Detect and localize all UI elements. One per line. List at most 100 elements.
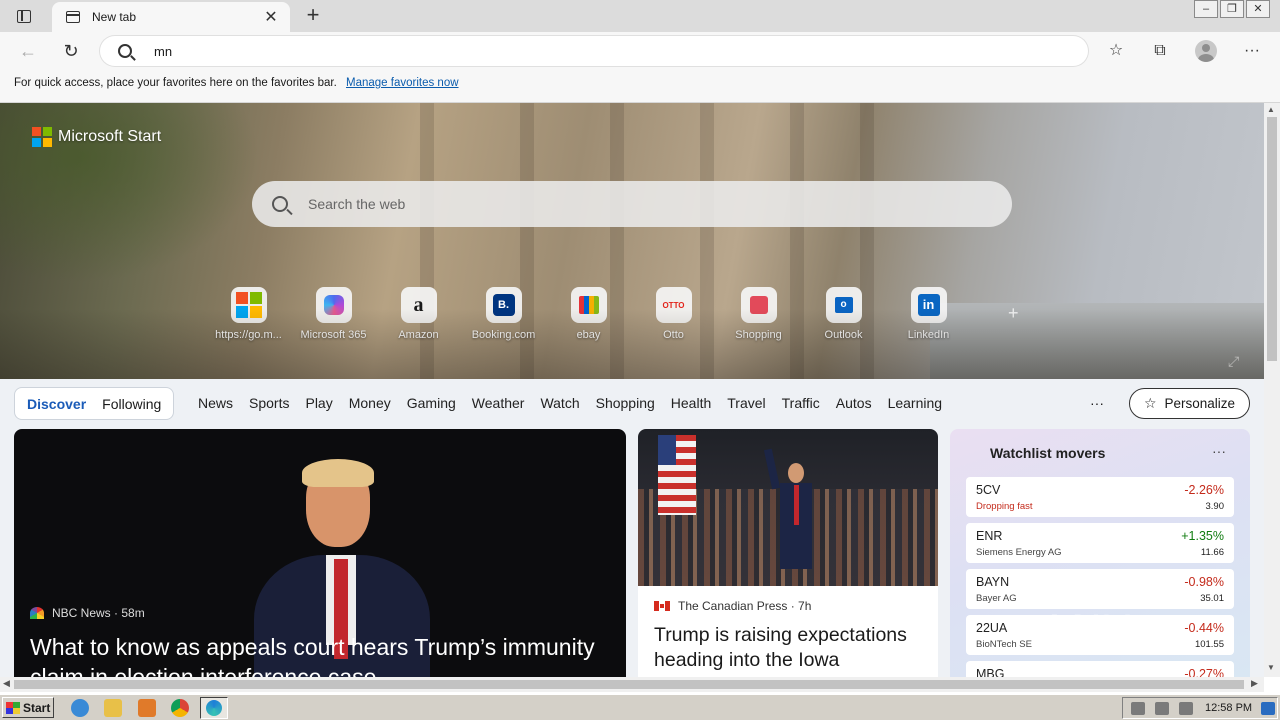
browser-toolbar: ← ↻ mn ☆ ⧉ ···	[0, 32, 1280, 70]
back-button[interactable]: ←	[15, 39, 41, 63]
quicklink-otto[interactable]: OTTO Otto	[631, 287, 716, 341]
address-input[interactable]: mn	[154, 44, 172, 59]
tab-strip: New tab ✕ + – ❐ ✕	[0, 0, 1280, 32]
rock-texture	[420, 103, 434, 379]
collections-button[interactable]: ⧉	[1148, 39, 1172, 63]
rock-texture	[860, 103, 874, 379]
restore-button[interactable]: ❐	[1220, 0, 1244, 18]
nav-traffic[interactable]: Traffic	[782, 395, 820, 411]
stock-row[interactable]: BAYN Bayer AG -0.98% 35.01	[966, 569, 1234, 609]
stock-row[interactable]: 5CV Dropping fast -2.26% 3.90	[966, 477, 1234, 517]
nav-shopping[interactable]: Shopping	[596, 395, 655, 411]
tab-new-tab[interactable]: New tab ✕	[52, 2, 290, 32]
rock-texture	[790, 103, 804, 379]
minimize-button[interactable]: –	[1194, 0, 1218, 18]
top-story-card[interactable]: NBC News · 58m What to know as appeals c…	[14, 429, 626, 677]
nav-sports[interactable]: Sports	[249, 395, 289, 411]
web-search-box[interactable]	[252, 181, 1012, 227]
flag-notification-icon[interactable]	[1179, 702, 1193, 715]
quicklink-shopping[interactable]: Shopping	[716, 287, 801, 341]
quicklink-label: LinkedIn	[907, 329, 950, 341]
stock-symbol: MBG	[976, 667, 1005, 677]
scroll-up-icon[interactable]: ▲	[1267, 105, 1275, 114]
quicklink-outlook[interactable]: o Outlook	[801, 287, 886, 341]
tab-actions-button[interactable]	[8, 5, 40, 27]
tab-title: New tab	[92, 10, 137, 24]
profile-avatar[interactable]	[1195, 40, 1217, 62]
microsoft-start-logo[interactable]: Microsoft Start	[32, 127, 161, 147]
stock-row[interactable]: ENR Siemens Energy AG +1.35% 11.66	[966, 523, 1234, 563]
nav-health[interactable]: Health	[671, 395, 711, 411]
network-icon[interactable]	[1155, 702, 1169, 715]
nav-play[interactable]: Play	[305, 395, 332, 411]
search-icon	[118, 44, 132, 58]
manage-favorites-link[interactable]: Manage favorites now	[346, 77, 459, 89]
nav-travel[interactable]: Travel	[727, 395, 765, 411]
quicklink-booking[interactable]: B. Booking.com	[461, 287, 546, 341]
nav-autos[interactable]: Autos	[836, 395, 872, 411]
sea-horizon	[930, 303, 1264, 379]
quicklink-go-m[interactable]: https://go.m...	[206, 287, 291, 341]
nav-money[interactable]: Money	[349, 395, 391, 411]
address-bar[interactable]: mn	[100, 36, 1088, 66]
scroll-down-icon[interactable]: ▼	[1267, 663, 1275, 672]
quicklink-label: Booking.com	[471, 329, 536, 341]
story-source: NBC News · 58m	[30, 606, 145, 620]
new-tab-button[interactable]: +	[300, 3, 326, 29]
news-photo	[638, 429, 938, 586]
horizontal-scrollbar[interactable]: ◀ ▶	[0, 677, 1264, 692]
vertical-scrollbar[interactable]: ▲ ▼	[1264, 103, 1280, 677]
news-card[interactable]: The Canadian Press · 7h Trump is raising…	[638, 429, 938, 677]
nav-watch[interactable]: Watch	[540, 395, 579, 411]
stock-name: BioNTech SE	[976, 639, 1032, 650]
stock-name: Dropping fast	[976, 501, 1033, 512]
nav-weather[interactable]: Weather	[472, 395, 525, 411]
web-search-input[interactable]	[308, 196, 908, 212]
internet-explorer-icon[interactable]	[71, 699, 89, 717]
expand-background-icon[interactable]: ⤢	[1228, 353, 1239, 370]
quicklink-linkedin[interactable]: in LinkedIn	[886, 287, 971, 341]
file-explorer-icon[interactable]	[104, 699, 122, 717]
quicklink-microsoft-365[interactable]: Microsoft 365	[291, 287, 376, 341]
nav-learning[interactable]: Learning	[888, 395, 943, 411]
personalize-button[interactable]: ☆ Personalize	[1129, 388, 1250, 419]
collections-icon: ⧉	[1154, 42, 1166, 59]
vertical-scroll-thumb[interactable]	[1267, 117, 1277, 361]
edge-taskbar-button[interactable]	[200, 697, 228, 719]
category-links: News Sports Play Money Gaming Weather Wa…	[190, 395, 950, 411]
start-button[interactable]: Start	[2, 697, 54, 718]
media-player-icon[interactable]	[138, 699, 156, 717]
system-clock[interactable]: 12:58 PM	[1205, 702, 1252, 714]
tab-following[interactable]: Following	[94, 396, 169, 412]
news-headline[interactable]: Trump is raising expectations heading in…	[654, 623, 928, 673]
quicklink-ebay[interactable]: ebay	[546, 287, 631, 341]
close-tab-icon[interactable]: ✕	[262, 7, 280, 27]
story-source-text: NBC News · 58m	[52, 606, 145, 620]
nav-news[interactable]: News	[198, 395, 233, 411]
edge-icon	[206, 700, 222, 716]
story-headline[interactable]: What to know as appeals court hears Trum…	[30, 632, 610, 677]
chrome-icon[interactable]	[171, 699, 189, 717]
volume-icon[interactable]	[1131, 702, 1145, 715]
ellipsis-icon: ···	[1244, 42, 1260, 59]
add-quicklink-button[interactable]: +	[1008, 303, 1019, 324]
scroll-left-icon[interactable]: ◀	[3, 678, 10, 689]
settings-menu-button[interactable]: ···	[1240, 39, 1264, 63]
personalize-star-icon: ☆	[1143, 395, 1157, 411]
shopping-bag-icon	[740, 287, 777, 323]
horizontal-scroll-thumb[interactable]	[14, 680, 1244, 689]
quicklink-label: Otto	[663, 329, 684, 341]
tab-discover[interactable]: Discover	[19, 396, 94, 412]
show-desktop-icon[interactable]	[1261, 702, 1275, 715]
scroll-right-icon[interactable]: ▶	[1251, 678, 1258, 689]
rock-texture	[520, 103, 534, 379]
nav-gaming[interactable]: Gaming	[407, 395, 456, 411]
stock-price: 11.66	[1200, 547, 1224, 558]
watchlist-more-button[interactable]: ···	[1212, 443, 1226, 459]
close-window-button[interactable]: ✕	[1246, 0, 1270, 18]
new-tab-page: Microsoft Start https://go.m...	[0, 103, 1264, 677]
favorites-star-button[interactable]: ☆	[1104, 39, 1128, 63]
refresh-button[interactable]: ↻	[58, 39, 84, 63]
quicklink-amazon[interactable]: a Amazon	[376, 287, 461, 341]
more-categories-button[interactable]: ···	[1090, 395, 1104, 411]
